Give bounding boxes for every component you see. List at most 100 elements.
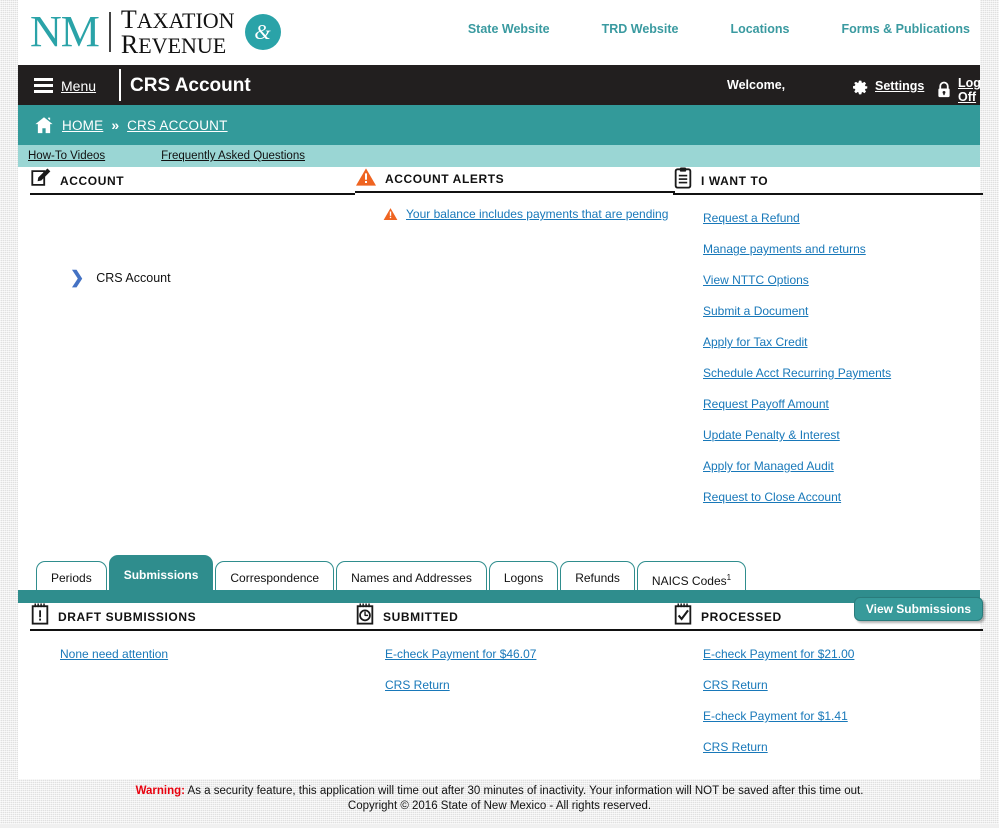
settings-link-group[interactable]: Settings bbox=[850, 76, 924, 95]
submitted-panel: SUBMITTED E-check Payment for $46.07 CRS… bbox=[355, 603, 675, 709]
tab-periods-label: Periods bbox=[51, 571, 92, 585]
footer-warning-line: Warning: As a security feature, this app… bbox=[0, 784, 999, 799]
breadcrumb-current[interactable]: CRS ACCOUNT bbox=[127, 118, 227, 133]
iwt-link-request-to-close-account[interactable]: Request to Close Account bbox=[703, 490, 983, 504]
hamburger-icon bbox=[34, 75, 53, 96]
processed-panel-body: E-check Payment for $21.00 CRS Return E-… bbox=[673, 631, 983, 754]
iwt-link-view-nttc-options[interactable]: View NTTC Options bbox=[703, 273, 983, 287]
logoff-link-group[interactable]: Log Off bbox=[936, 76, 981, 104]
iwt-link-apply-for-managed-audit[interactable]: Apply for Managed Audit bbox=[703, 459, 983, 473]
footer-warning-text: As a security feature, this application … bbox=[185, 785, 864, 797]
tab-naics-codes-label: NAICS Codes bbox=[651, 574, 727, 588]
tab-logons-label: Logons bbox=[503, 571, 544, 585]
footer: Warning: As a security feature, this app… bbox=[0, 780, 999, 828]
submitted-link-echeck-payment[interactable]: E-check Payment for $46.07 bbox=[385, 647, 675, 661]
tab-refunds-label: Refunds bbox=[575, 571, 620, 585]
help-links-bar: How-To Videos Frequently Asked Questions bbox=[18, 145, 980, 167]
iwt-link-update-penalty-interest[interactable]: Update Penalty & Interest bbox=[703, 428, 983, 442]
draft-panel-title: DRAFT SUBMISSIONS bbox=[58, 610, 197, 624]
tab-list: Periods Submissions Correspondence Names… bbox=[36, 555, 748, 594]
account-panel-title: ACCOUNT bbox=[60, 174, 125, 188]
i-want-to-panel-title: I WANT TO bbox=[701, 174, 769, 188]
gear-icon bbox=[850, 76, 869, 95]
i-want-to-panel-header: I WANT TO bbox=[673, 167, 983, 195]
view-submissions-button[interactable]: View Submissions bbox=[853, 597, 983, 621]
i-want-to-panel: I WANT TO Request a Refund Manage paymen… bbox=[673, 167, 983, 521]
draft-panel-header: DRAFT SUBMISSIONS bbox=[30, 603, 355, 631]
logo-nm-text: NM bbox=[30, 7, 100, 56]
logo-word-taxation: TAXATION bbox=[120, 4, 235, 34]
breadcrumb: HOME » CRS ACCOUNT bbox=[18, 105, 980, 145]
header-divider bbox=[119, 69, 121, 101]
iwt-link-submit-a-document[interactable]: Submit a Document bbox=[703, 304, 983, 318]
app-page: NM TAXATION REVENUE & State Website TRD … bbox=[0, 0, 999, 824]
notepad-check-icon bbox=[673, 603, 693, 625]
processed-link-echeck-payment-141[interactable]: E-check Payment for $1.41 bbox=[703, 709, 983, 723]
clipboard-icon bbox=[673, 167, 693, 189]
edit-note-icon bbox=[30, 167, 52, 189]
account-panel: ACCOUNT ❯ CRS Account bbox=[30, 167, 355, 286]
welcome-text: Welcome, bbox=[727, 78, 786, 92]
iwt-link-manage-payments-and-returns[interactable]: Manage payments and returns bbox=[703, 242, 983, 256]
alerts-panel-title: ACCOUNT ALERTS bbox=[385, 172, 505, 186]
tab-submissions-label: Submissions bbox=[123, 568, 199, 582]
tab-submissions[interactable]: Submissions bbox=[108, 555, 214, 594]
draft-link-none-need-attention[interactable]: None need attention bbox=[60, 647, 355, 661]
account-alerts-panel: ACCOUNT ALERTS Your balance includes pay… bbox=[355, 167, 675, 221]
alerts-panel-header: ACCOUNT ALERTS bbox=[355, 167, 675, 193]
top-nav-forms-publications[interactable]: Forms & Publications bbox=[842, 22, 971, 36]
iwt-link-schedule-acct-recurring-payments[interactable]: Schedule Acct Recurring Payments bbox=[703, 366, 983, 380]
settings-link[interactable]: Settings bbox=[875, 79, 924, 93]
warning-triangle-icon bbox=[355, 167, 377, 187]
tab-names-and-addresses-label: Names and Addresses bbox=[351, 571, 472, 585]
lock-icon bbox=[936, 81, 952, 99]
processed-link-crs-return-1[interactable]: CRS Return bbox=[703, 678, 983, 692]
page-title: CRS Account bbox=[130, 75, 251, 96]
submitted-panel-header: SUBMITTED bbox=[355, 603, 675, 631]
breadcrumb-separator: » bbox=[111, 117, 120, 133]
tab-strip: Periods Submissions Correspondence Names… bbox=[18, 555, 980, 603]
logoff-link[interactable]: Log Off bbox=[958, 76, 981, 104]
alert-item-link[interactable]: Your balance includes payments that are … bbox=[406, 207, 668, 221]
processed-link-echeck-payment-21[interactable]: E-check Payment for $21.00 bbox=[703, 647, 983, 661]
iwt-link-request-payoff-amount[interactable]: Request Payoff Amount bbox=[703, 397, 983, 411]
submitted-panel-body: E-check Payment for $46.07 CRS Return bbox=[355, 631, 675, 692]
masthead: NM TAXATION REVENUE & State Website TRD … bbox=[18, 0, 980, 65]
iwt-link-apply-for-tax-credit[interactable]: Apply for Tax Credit bbox=[703, 335, 983, 349]
top-nav-trd-website[interactable]: TRD Website bbox=[602, 22, 679, 36]
chevron-right-icon: ❯ bbox=[70, 268, 85, 287]
breadcrumb-home[interactable]: HOME bbox=[62, 118, 103, 133]
processed-panel: PROCESSED View Submissions E-check Payme… bbox=[673, 597, 983, 771]
ampersand-badge: & bbox=[244, 14, 281, 50]
how-to-videos-link[interactable]: How-To Videos bbox=[28, 150, 105, 162]
submitted-link-crs-return[interactable]: CRS Return bbox=[385, 678, 675, 692]
tab-underline-bar bbox=[18, 590, 980, 603]
warning-triangle-small-icon bbox=[383, 207, 398, 221]
iwt-link-request-a-refund[interactable]: Request a Refund bbox=[703, 211, 983, 225]
account-panel-header: ACCOUNT bbox=[30, 167, 355, 195]
account-tree-item-label: CRS Account bbox=[96, 270, 171, 285]
top-nav-state-website[interactable]: State Website bbox=[468, 22, 550, 36]
footer-warning-label: Warning: bbox=[135, 785, 185, 797]
logo-divider bbox=[108, 12, 111, 52]
logo-word-revenue: REVENUE bbox=[120, 30, 227, 59]
app-header-bar: Menu CRS Account Welcome, Settings Log O… bbox=[18, 65, 981, 105]
alerts-panel-body: Your balance includes payments that are … bbox=[355, 193, 675, 221]
home-icon bbox=[34, 116, 54, 134]
tab-naics-codes-footnote: 1 bbox=[726, 573, 732, 582]
tab-correspondence-label: Correspondence bbox=[230, 571, 320, 585]
faq-link[interactable]: Frequently Asked Questions bbox=[161, 150, 305, 162]
processed-link-crs-return-2[interactable]: CRS Return bbox=[703, 740, 983, 754]
brand-logo[interactable]: NM TAXATION REVENUE & bbox=[30, 4, 281, 59]
draft-panel-body: None need attention bbox=[30, 631, 355, 661]
i-want-to-panel-body: Request a Refund Manage payments and ret… bbox=[673, 195, 983, 504]
menu-button[interactable]: Menu bbox=[34, 75, 96, 96]
logo-wordmark: TAXATION REVENUE bbox=[120, 4, 235, 59]
alert-item[interactable]: Your balance includes payments that are … bbox=[383, 207, 675, 221]
submitted-panel-title: SUBMITTED bbox=[383, 610, 459, 624]
top-nav-locations[interactable]: Locations bbox=[730, 22, 789, 36]
top-nav: State Website TRD Website Locations Form… bbox=[468, 22, 970, 36]
account-tree-item-crs[interactable]: ❯ CRS Account bbox=[70, 269, 355, 286]
account-panel-body: ❯ CRS Account bbox=[30, 195, 355, 286]
notepad-clock-icon bbox=[355, 603, 375, 625]
